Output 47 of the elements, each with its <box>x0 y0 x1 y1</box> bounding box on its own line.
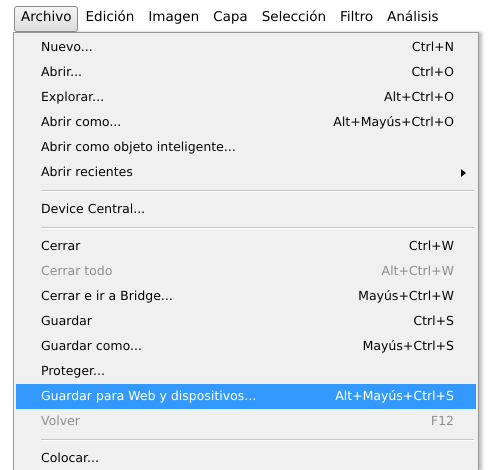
menu-item-label: Abrir como... <box>41 113 122 132</box>
menu-item[interactable]: Nuevo... Ctrl+N <box>16 35 476 60</box>
menu-bar-item[interactable]: Archivo <box>14 6 78 32</box>
menu-item[interactable]: Proteger... <box>16 359 476 384</box>
menu-bar-item[interactable]: Imagen <box>141 6 206 32</box>
menu-item[interactable]: Guardar Ctrl+S <box>16 309 476 334</box>
shortcut-label: Alt+Ctrl+W <box>382 262 454 280</box>
shortcut-label: Mayús+Ctrl+W <box>358 287 454 306</box>
menu-item[interactable]: Abrir como objeto inteligente... <box>16 135 476 160</box>
menu-bar-item[interactable]: Selección <box>254 6 334 32</box>
menu-bar-item[interactable]: Filtro <box>333 6 380 32</box>
shortcut-label: Alt+Ctrl+O <box>384 88 454 106</box>
shortcut-label: Alt+Mayús+Ctrl+S <box>335 387 454 406</box>
menu-item[interactable]: Cerrar e ir a Bridge... Mayús+Ctrl+W <box>16 284 476 309</box>
menu-bar-item[interactable]: Análisis <box>380 6 446 32</box>
menu-item-label: Device Central... <box>41 200 146 218</box>
menu-item[interactable]: Abrir... Ctrl+O <box>16 60 476 85</box>
menu-item[interactable]: Abrir recientes <box>16 160 476 185</box>
menu-item[interactable]: Device Central... <box>16 197 476 222</box>
shortcut-label: Ctrl+W <box>408 237 454 256</box>
menu-item-label: Guardar <box>41 312 92 330</box>
menu-item-label: Proteger... <box>41 362 105 380</box>
menu-item[interactable]: Explorar... Alt+Ctrl+O <box>16 85 476 110</box>
menu-item-label: Guardar como... <box>41 337 142 356</box>
shortcut-label: F12 <box>430 412 454 430</box>
menu-item-label: Explorar... <box>41 88 104 106</box>
shortcut-label: Ctrl+O <box>411 63 454 82</box>
menu-bar-item[interactable]: Edición <box>78 6 142 32</box>
menu-item-label: Guardar para Web y dispositivos... <box>41 387 256 406</box>
menu-bar-item[interactable]: Capa <box>206 6 255 32</box>
shortcut-label: Ctrl+N <box>412 38 454 56</box>
menu-item-label: Nuevo... <box>41 38 93 56</box>
menu-item-label: Abrir recientes <box>41 163 133 182</box>
menu-item-label: Abrir... <box>41 63 82 82</box>
menu-item[interactable]: Guardar como... Mayús+Ctrl+S <box>16 334 476 359</box>
menu-item-label: Volver <box>41 412 80 430</box>
shortcut-label: Alt+Mayús+Ctrl+O <box>333 113 454 132</box>
menu-item-label: Cerrar <box>41 237 80 256</box>
menu-item-label: Cerrar todo <box>41 262 112 280</box>
shortcut-label: Mayús+Ctrl+S <box>362 337 454 356</box>
menu-item[interactable]: Abrir como... Alt+Mayús+Ctrl+O <box>16 110 476 135</box>
shortcut-label: Ctrl+S <box>413 312 454 330</box>
menu-item[interactable]: Colocar... <box>16 446 476 470</box>
menu-item-label: Cerrar e ir a Bridge... <box>41 287 173 306</box>
menu-item-label: Abrir como objeto inteligente... <box>41 138 236 156</box>
menu-item-label: Colocar... <box>41 449 99 468</box>
menu-item[interactable]: Cerrar Ctrl+W <box>16 234 476 259</box>
